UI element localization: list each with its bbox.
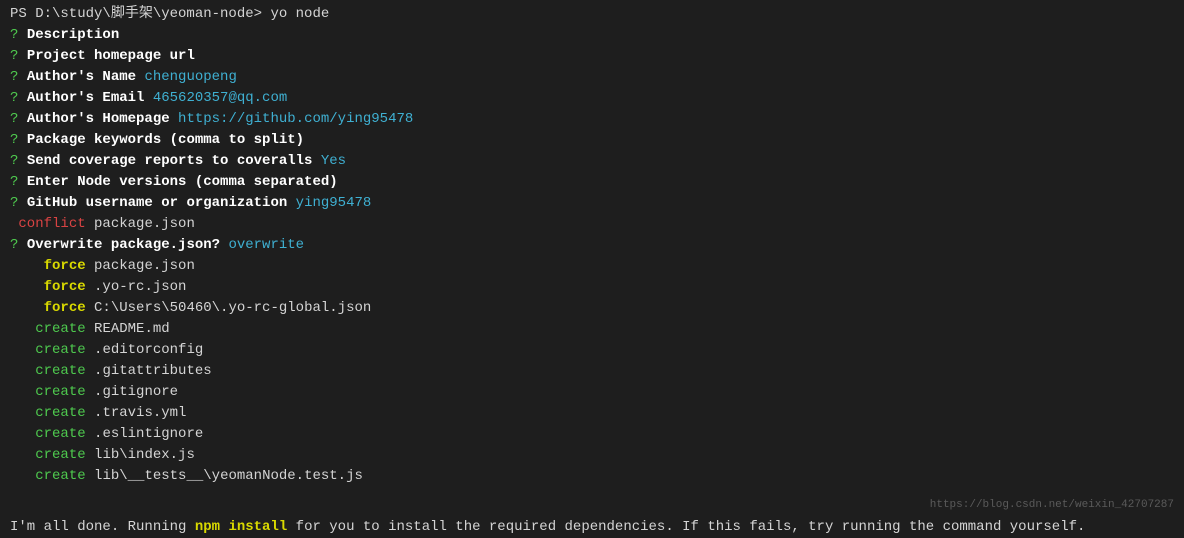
- prompt-path: PS D:\study\脚手架\yeoman-node>: [10, 6, 270, 22]
- action-label: create: [35, 321, 85, 337]
- file-line: create lib\__tests__\yeomanNode.test.js: [10, 466, 1174, 487]
- question-mark: ?: [10, 48, 18, 64]
- question-value: Yes: [321, 153, 346, 169]
- file-name: package.json: [94, 258, 195, 274]
- action-label: create: [35, 384, 85, 400]
- file-line: create .editorconfig: [10, 340, 1174, 361]
- action-label: create: [35, 426, 85, 442]
- file-line: force package.json: [10, 256, 1174, 277]
- question-line: ? Enter Node versions (comma separated): [10, 172, 1174, 193]
- question-label: Send coverage reports to coveralls: [27, 153, 313, 169]
- done-message: I'm all done. Running npm install for yo…: [10, 517, 1174, 538]
- question-line: ? Package keywords (comma to split): [10, 130, 1174, 151]
- action-label: create: [35, 405, 85, 421]
- question-label: Author's Name: [27, 69, 136, 85]
- file-line: create .gitattributes: [10, 361, 1174, 382]
- action-label: create: [35, 342, 85, 358]
- action-label: create: [35, 447, 85, 463]
- question-value: ying95478: [296, 195, 372, 211]
- watermark-text: https://blog.csdn.net/weixin_42707287: [930, 497, 1174, 514]
- done-prefix: I'm all done. Running: [10, 519, 195, 535]
- action-label: create: [35, 468, 85, 484]
- file-name: lib\index.js: [94, 447, 195, 463]
- question-label: Author's Homepage: [27, 111, 170, 127]
- question-line: ? Project homepage url: [10, 46, 1174, 67]
- question-label: Author's Email: [27, 90, 145, 106]
- question-mark: ?: [10, 27, 18, 43]
- question-mark: ?: [10, 69, 18, 85]
- action-label: force: [44, 300, 86, 316]
- question-label: Project homepage url: [27, 48, 195, 64]
- question-mark: ?: [10, 90, 18, 106]
- conflict-label: conflict: [18, 216, 85, 232]
- action-label: force: [44, 258, 86, 274]
- file-line: create .eslintignore: [10, 424, 1174, 445]
- question-label: Enter Node versions (comma separated): [27, 174, 338, 190]
- action-label: create: [35, 363, 85, 379]
- file-name: lib\__tests__\yeomanNode.test.js: [94, 468, 363, 484]
- question-line: ? Author's Homepage https://github.com/y…: [10, 109, 1174, 130]
- question-label: GitHub username or organization: [27, 195, 287, 211]
- file-line: create lib\index.js: [10, 445, 1174, 466]
- done-command: npm install: [195, 519, 287, 535]
- question-line: ? Author's Name chenguopeng: [10, 67, 1174, 88]
- question-line: ? GitHub username or organization ying95…: [10, 193, 1174, 214]
- done-suffix: for you to install the required dependen…: [287, 519, 1085, 535]
- file-line: create .travis.yml: [10, 403, 1174, 424]
- overwrite-value: overwrite: [228, 237, 304, 253]
- conflict-file: package.json: [94, 216, 195, 232]
- question-line: ? Send coverage reports to coveralls Yes: [10, 151, 1174, 172]
- question-label: Package keywords (comma to split): [27, 132, 304, 148]
- file-line: create .gitignore: [10, 382, 1174, 403]
- file-name: .gitignore: [94, 384, 178, 400]
- question-mark: ?: [10, 132, 18, 148]
- file-name: .eslintignore: [94, 426, 203, 442]
- file-line: force .yo-rc.json: [10, 277, 1174, 298]
- file-line: create README.md: [10, 319, 1174, 340]
- question-value: https://github.com/ying95478: [178, 111, 413, 127]
- prompt-line: PS D:\study\脚手架\yeoman-node> yo node: [10, 4, 1174, 25]
- file-name: C:\Users\50460\.yo-rc-global.json: [94, 300, 371, 316]
- question-mark: ?: [10, 237, 18, 253]
- file-name: .travis.yml: [94, 405, 186, 421]
- overwrite-label: Overwrite package.json?: [27, 237, 220, 253]
- question-label: Description: [27, 27, 119, 43]
- overwrite-line: ? Overwrite package.json? overwrite: [10, 235, 1174, 256]
- question-mark: ?: [10, 174, 18, 190]
- question-value: chenguopeng: [144, 69, 236, 85]
- file-name: .gitattributes: [94, 363, 212, 379]
- question-line: ? Author's Email 465620357@qq.com: [10, 88, 1174, 109]
- question-value: 465620357@qq.com: [153, 90, 287, 106]
- question-line: ? Description: [10, 25, 1174, 46]
- file-name: .editorconfig: [94, 342, 203, 358]
- file-name: README.md: [94, 321, 170, 337]
- file-line: force C:\Users\50460\.yo-rc-global.json: [10, 298, 1174, 319]
- conflict-line: conflict package.json: [10, 214, 1174, 235]
- question-mark: ?: [10, 111, 18, 127]
- prompt-command: yo node: [270, 6, 329, 22]
- question-mark: ?: [10, 153, 18, 169]
- file-name: .yo-rc.json: [94, 279, 186, 295]
- action-label: force: [44, 279, 86, 295]
- question-mark: ?: [10, 195, 18, 211]
